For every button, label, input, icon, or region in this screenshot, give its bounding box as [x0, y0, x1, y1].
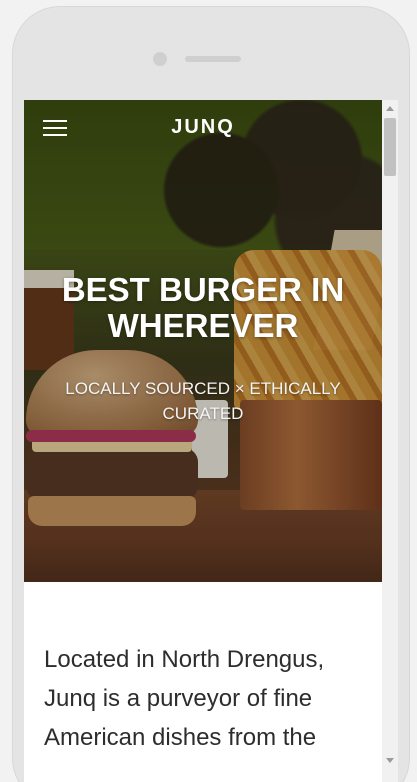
intro-paragraph: Located in North Drengus, Junq is a purv… [44, 646, 325, 751]
scrollbar[interactable] [382, 100, 398, 782]
hero-tagline: LOCALLY SOURCED × ETHICALLY CURATED [65, 379, 341, 423]
speaker-icon [185, 56, 241, 62]
camera-icon [153, 52, 167, 66]
hero-headline: BEST BURGER IN WHEREVER [61, 271, 345, 344]
scroll-down-arrow-icon[interactable] [386, 758, 394, 763]
scroll-thumb[interactable] [384, 118, 396, 176]
phone-screen: JUNQ BEST BURGER IN WHEREVER LOCALLY SOU… [24, 100, 398, 782]
hero-banner: JUNQ BEST BURGER IN WHEREVER LOCALLY SOU… [24, 100, 382, 582]
brand-logo[interactable]: JUNQ [24, 116, 382, 139]
scroll-up-arrow-icon[interactable] [386, 106, 394, 111]
